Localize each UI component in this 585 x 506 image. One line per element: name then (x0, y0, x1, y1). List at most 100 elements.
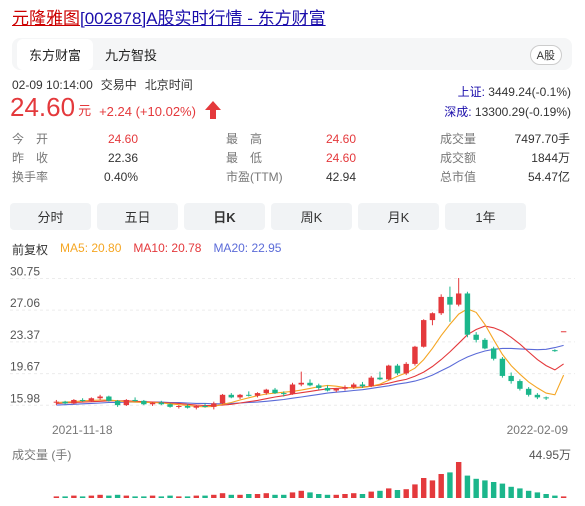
volume-bar (473, 478, 479, 498)
candle-body (289, 384, 296, 394)
candle-body (534, 394, 541, 398)
candle-body (490, 348, 497, 359)
volume-bar (560, 496, 567, 498)
volume-bar (219, 493, 226, 498)
index-sz[interactable]: 深成: 13300.29(-0.19%) (444, 102, 571, 122)
candle-body (132, 399, 138, 401)
volume-bar (149, 495, 156, 498)
y-tick-label: 27.06 (10, 296, 40, 310)
volume-bar (184, 496, 191, 498)
candle-body (420, 320, 427, 347)
volume-label: 成交量 (手) (12, 448, 72, 462)
volume-bar (289, 492, 296, 498)
stat-row: 总市值 54.47亿 (440, 170, 570, 184)
candle-body (543, 397, 549, 399)
volume-bar (499, 483, 506, 498)
volume-bar (71, 495, 77, 498)
volume-bar (202, 495, 208, 498)
volume-bar (429, 480, 436, 498)
volume-bar (316, 494, 322, 498)
price-row: 24.60 元 +2.24 (+10.02%) (10, 92, 222, 122)
volume-bar (62, 496, 68, 498)
volume-bar (97, 494, 103, 498)
volume-bar (88, 495, 95, 498)
stat-row: 最 高 24.60 (226, 132, 356, 146)
volume-bar (386, 488, 392, 498)
candle-body (263, 389, 269, 394)
candle-body (508, 375, 514, 382)
volume-bar (394, 490, 401, 498)
y-tick-label: 23.37 (10, 328, 40, 342)
tab-intraday[interactable]: 分时 (10, 203, 91, 230)
volume-bar (517, 488, 523, 498)
candle-body (473, 334, 479, 340)
volume-bar (351, 493, 357, 498)
volume-bar (359, 494, 366, 498)
source-tabs: 东方财富 九方智投 A股 (12, 38, 572, 70)
volume-bar (324, 494, 331, 498)
volume-bar (420, 478, 427, 498)
stats-column-2: 最 高 24.60 最 低 24.60 市盈(TTM) 42.94 (226, 130, 356, 187)
volume-bar (455, 462, 462, 498)
page-title[interactable]: 元隆雅图[002878]A股实时行情 - 东方财富 (12, 4, 326, 29)
candle-body (71, 399, 77, 404)
tab-one-year[interactable]: 1年 (445, 203, 526, 230)
current-price: 24.60 (10, 92, 76, 122)
index-sh[interactable]: 上证: 3449.24(-0.1%) (444, 82, 571, 102)
candle-body (455, 293, 462, 305)
candle-body (333, 388, 339, 391)
candle-body (88, 398, 95, 401)
candle-body (114, 400, 121, 406)
tab-five-day[interactable]: 五日 (97, 203, 178, 230)
volume-bar (508, 486, 514, 498)
volume-bar (525, 490, 532, 498)
candle-body (158, 402, 165, 405)
volume-bar (53, 496, 60, 498)
candle-body (447, 296, 453, 305)
candle-body (342, 387, 348, 389)
stock-name[interactable]: 元隆雅图 (12, 9, 80, 28)
tab-jiufang[interactable]: 九方智投 (93, 39, 169, 70)
volume-bar (79, 496, 86, 498)
tab-daily-k[interactable]: 日K (184, 203, 265, 230)
x-tick-label: 2022-02-09 (507, 423, 569, 437)
tab-monthly-k[interactable]: 月K (358, 203, 439, 230)
candle-body (193, 405, 200, 408)
volume-bar (333, 494, 339, 498)
candle-body (272, 389, 278, 394)
candle-body (97, 396, 103, 399)
candle-body (228, 394, 234, 398)
stats-column-3: 成交量 7497.70手 成交额 1844万 总市值 54.47亿 (440, 130, 570, 187)
price-change: +2.24 (+10.02%) (99, 104, 196, 119)
volume-bar (342, 494, 348, 498)
price-unit: 元 (78, 103, 92, 118)
stat-row: 市盈(TTM) 42.94 (226, 170, 356, 184)
candle-body (351, 384, 357, 388)
candle-body (254, 393, 261, 396)
quote-meta: 02-09 10:14:00 交易中 北京时间 (12, 76, 201, 93)
candle-body (560, 331, 567, 333)
volume-bar (176, 496, 182, 498)
volume-bar (141, 496, 147, 498)
title-rest[interactable]: [002878]A股实时行情 - 东方财富 (80, 9, 326, 28)
candle-body (62, 401, 68, 404)
volume-bar (132, 496, 138, 498)
candle-body (368, 377, 374, 387)
stat-row: 成交量 7497.70手 (440, 132, 570, 146)
candle-body (123, 399, 130, 406)
candle-body (202, 405, 208, 407)
volume-bar (211, 494, 217, 498)
volume-bar (246, 494, 252, 498)
candle-body (246, 394, 252, 396)
kline-chart[interactable]: 30.75 27.06 23.37 19.67 15.98 2021-11-18 2022-… (0, 256, 585, 506)
candle-body (394, 365, 401, 374)
market-badge[interactable]: A股 (529, 45, 562, 65)
volume-bar (552, 495, 558, 498)
candle-body (412, 346, 418, 364)
candle-body (377, 377, 383, 380)
tab-eastmoney[interactable]: 东方财富 (17, 38, 94, 70)
volume-bar (464, 475, 471, 498)
tab-weekly-k[interactable]: 周K (271, 203, 352, 230)
candle-body (281, 393, 287, 395)
candle-body (552, 350, 558, 352)
